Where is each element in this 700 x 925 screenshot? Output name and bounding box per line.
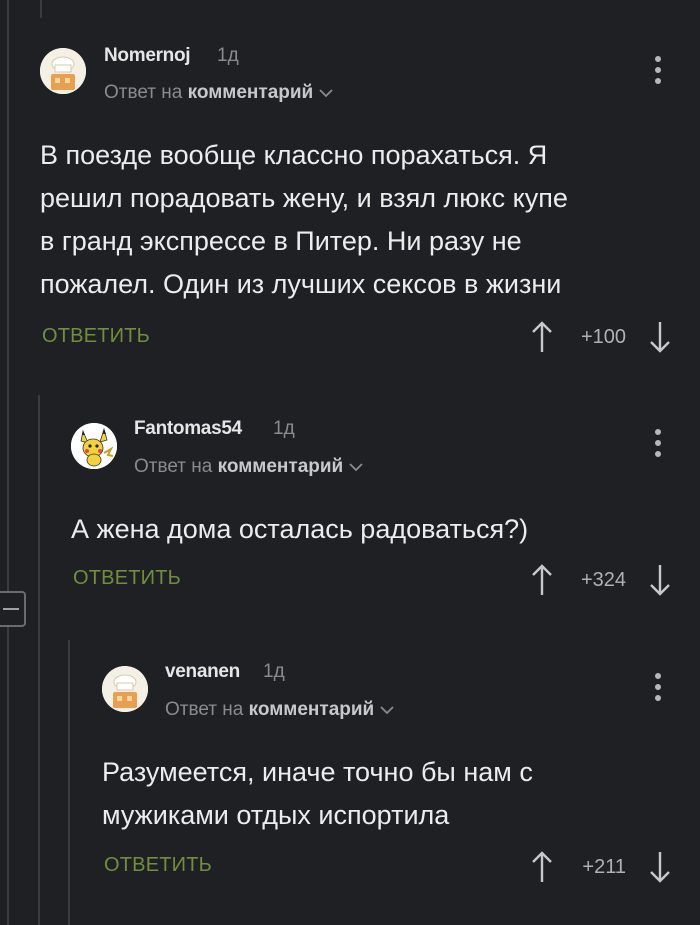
comment-text-line: пожалел. Один из лучших сексов в жизни xyxy=(40,269,562,299)
downvote-icon[interactable] xyxy=(648,320,672,354)
reply-prefix: Ответ на xyxy=(165,699,244,720)
reply-button[interactable]: ОТВЕТИТЬ xyxy=(104,854,212,877)
comment-age: 1д xyxy=(263,661,285,682)
comment-author[interactable]: venanen xyxy=(165,661,240,683)
comment-text-line: в гранд экспрессе в Питер. Ни разу не xyxy=(40,226,522,256)
reply-target[interactable]: комментарий xyxy=(188,82,314,103)
more-options-icon[interactable] xyxy=(648,429,668,459)
pikachu-icon[interactable] xyxy=(71,423,117,469)
comment-text-line: решил порадовать жену, и взял люкс купе xyxy=(40,183,568,213)
comment-text-line: А жена дома осталась радоваться?) xyxy=(71,514,529,544)
downvote-icon[interactable] xyxy=(648,850,672,884)
reply-to[interactable]: Ответ на комментарий xyxy=(134,456,363,478)
thread-line xyxy=(38,395,40,925)
reply-target[interactable]: комментарий xyxy=(249,699,375,720)
vote-score: +100 xyxy=(580,326,626,348)
thread-line xyxy=(40,0,42,18)
comment-author[interactable]: Nomernoj xyxy=(104,45,191,67)
thread-line xyxy=(7,0,9,925)
comment-text: Разумеется, иначе точно бы нам с мужикам… xyxy=(102,751,533,837)
downvote-icon[interactable] xyxy=(648,563,672,597)
more-options-icon[interactable] xyxy=(648,56,668,86)
chevron-down-icon[interactable] xyxy=(319,82,333,104)
upvote-icon[interactable] xyxy=(530,850,554,884)
collapse-thread-button[interactable] xyxy=(0,591,26,627)
reply-prefix: Ответ на xyxy=(104,82,183,103)
thread-line xyxy=(68,640,70,925)
vote-score: +211 xyxy=(582,856,626,878)
reply-to[interactable]: Ответ на комментарий xyxy=(165,699,394,721)
reply-button[interactable]: ОТВЕТИТЬ xyxy=(42,325,150,348)
more-options-icon[interactable] xyxy=(648,673,668,703)
chef-icon[interactable] xyxy=(40,48,86,94)
upvote-icon[interactable] xyxy=(530,563,554,597)
comment-text: А жена дома осталась радоваться?) xyxy=(71,508,528,551)
comment-age: 1д xyxy=(273,418,295,439)
comment-age: 1д xyxy=(217,45,239,66)
comment-text-line: мужиками отдых испортила xyxy=(102,800,450,830)
comment-text-line: Разумеется, иначе точно бы нам с xyxy=(102,757,533,787)
reply-button[interactable]: ОТВЕТИТЬ xyxy=(73,567,181,590)
reply-target[interactable]: комментарий xyxy=(218,456,344,477)
comment-author[interactable]: Fantomas54 xyxy=(134,418,242,440)
upvote-icon[interactable] xyxy=(530,320,554,354)
reply-prefix: Ответ на xyxy=(134,456,213,477)
chevron-down-icon[interactable] xyxy=(380,699,394,721)
comment-text-line: В поезде вообще классно порахаться. Я xyxy=(40,140,548,170)
chef-icon[interactable] xyxy=(102,666,148,712)
reply-to[interactable]: Ответ на комментарий xyxy=(104,82,333,104)
comment-text: В поезде вообще классно порахаться. Я ре… xyxy=(40,134,568,306)
chevron-down-icon[interactable] xyxy=(349,456,363,478)
vote-score: +324 xyxy=(580,569,626,591)
